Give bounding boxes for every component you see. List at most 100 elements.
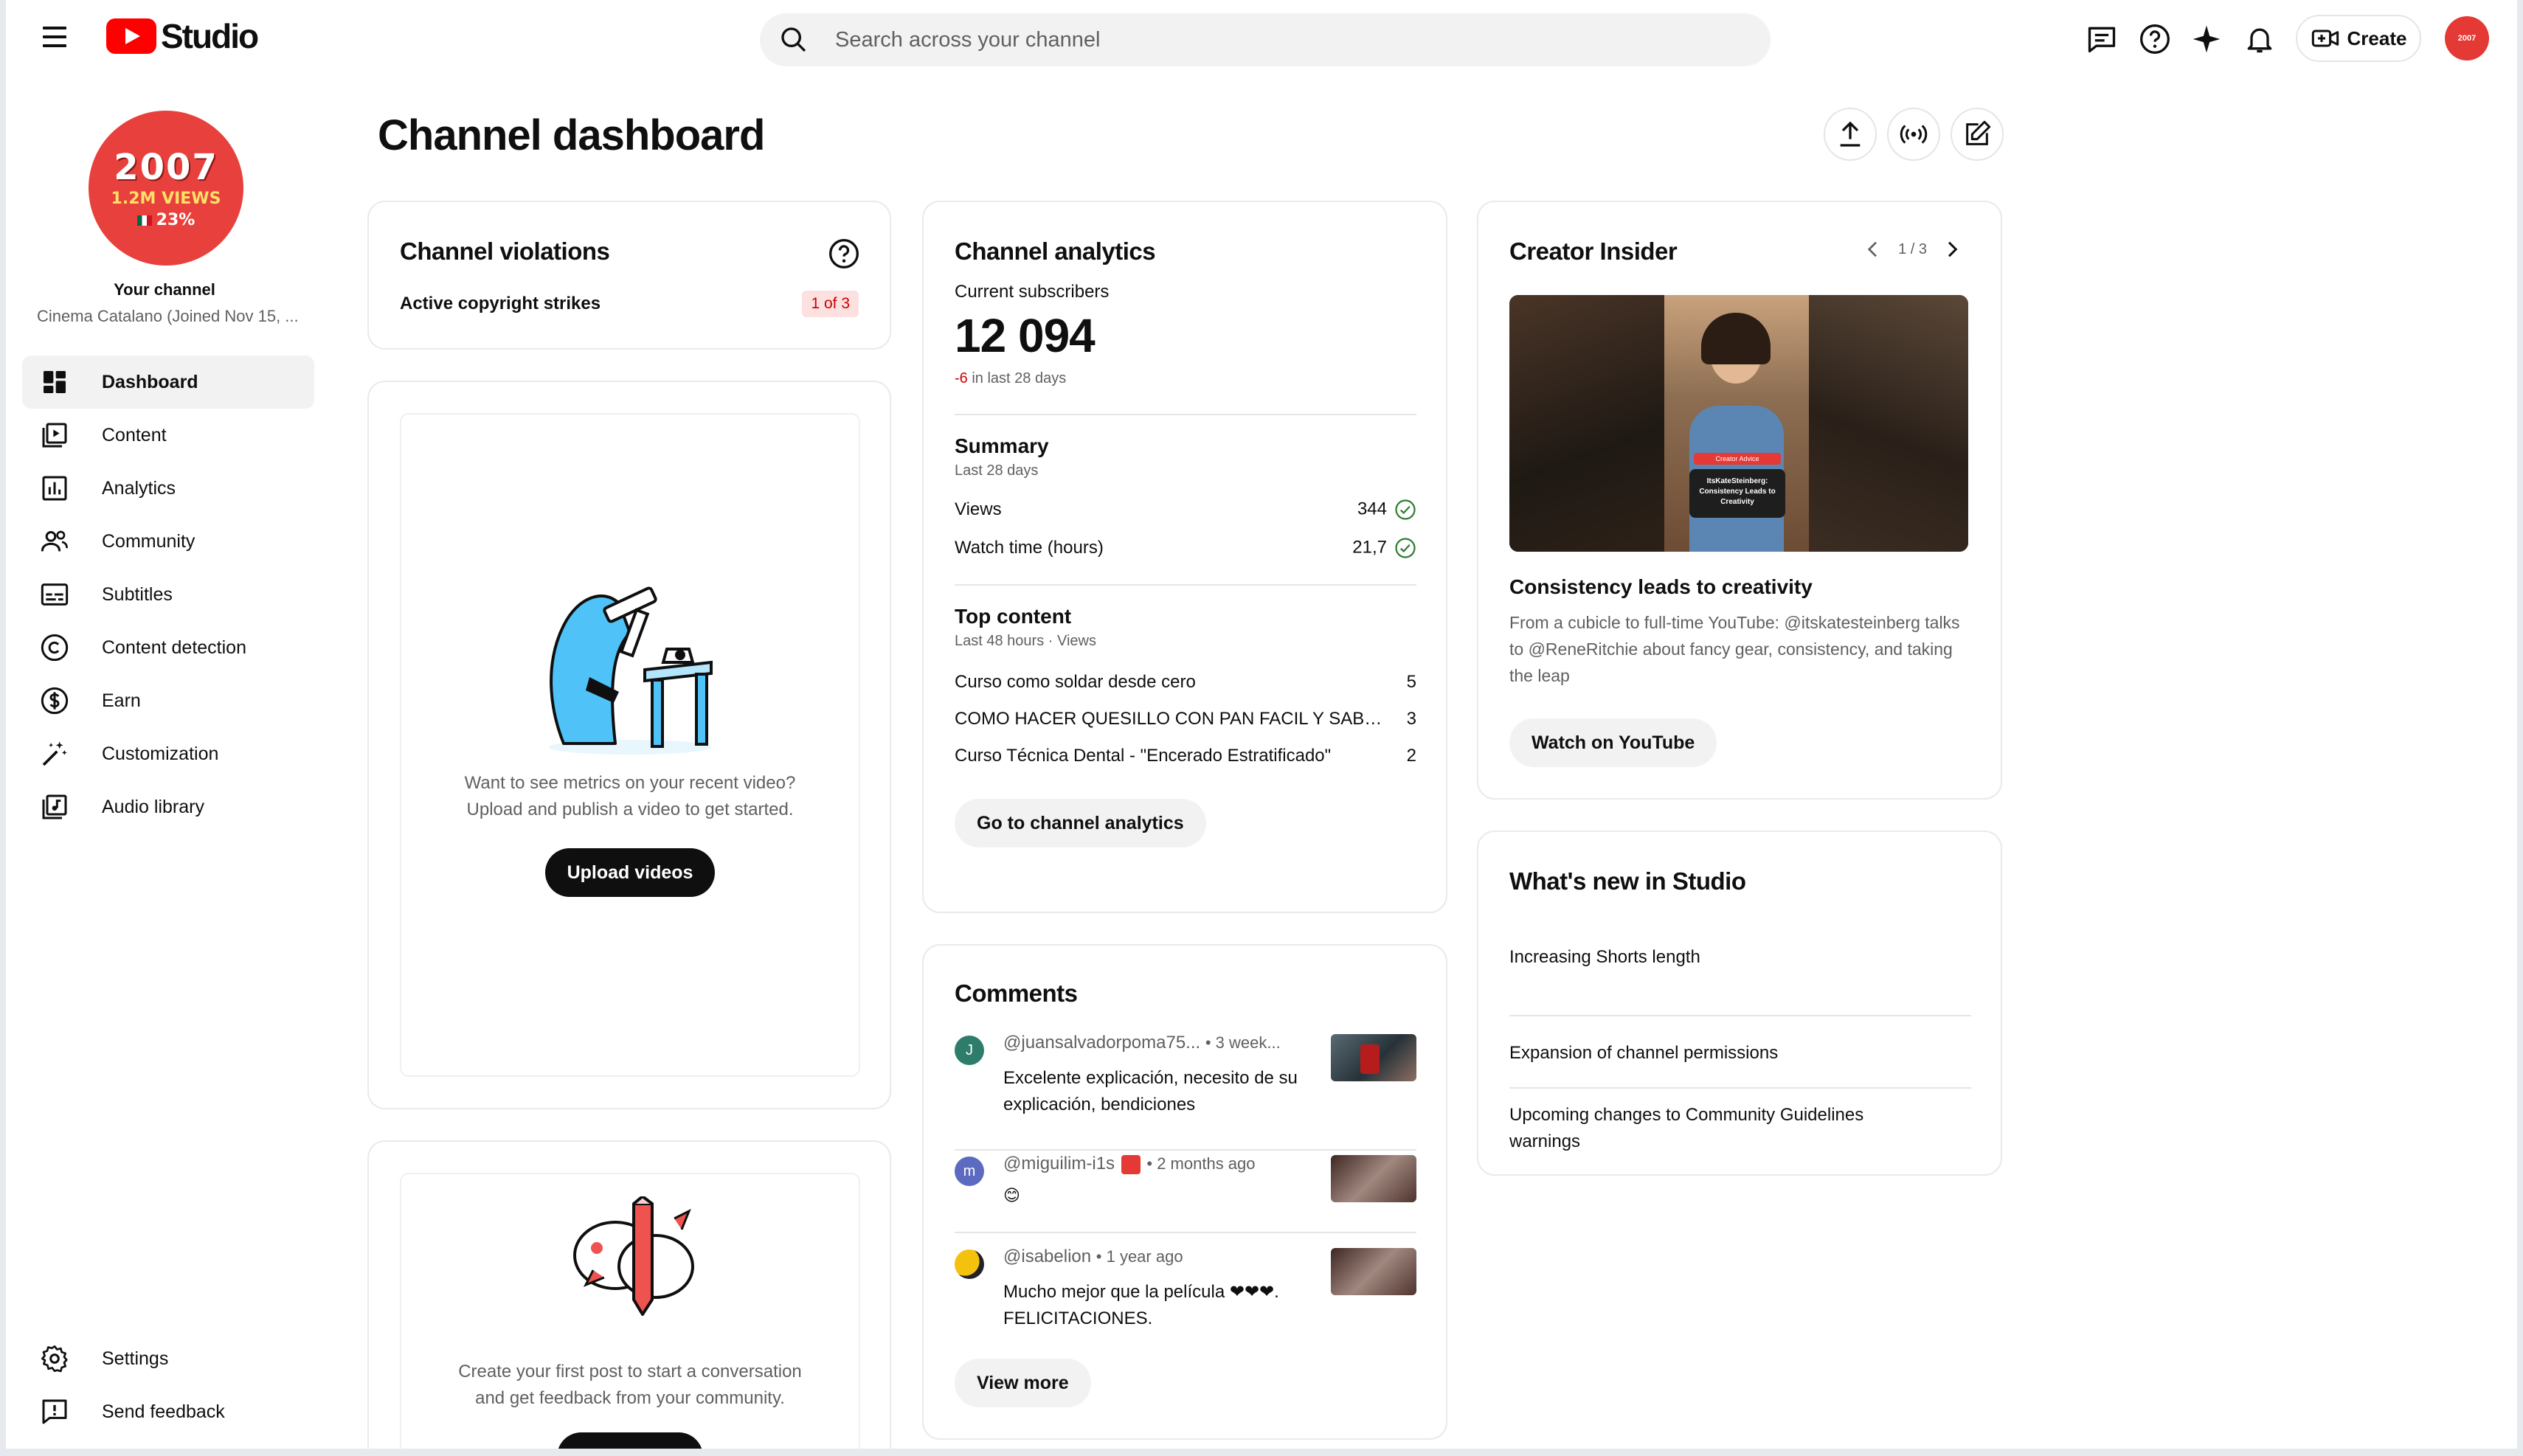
sidebar-item-subtitles[interactable]: Subtitles [22, 568, 314, 621]
top-content-views: 2 [1406, 746, 1416, 766]
comment-meta: @isabelion • 1 year ago [1003, 1247, 1183, 1267]
chevron-left-icon[interactable] [1861, 238, 1885, 261]
thumb-right-panel [1809, 295, 1968, 552]
thumb-center-panel: Creator Advice ItsKateSteinberg: Consist… [1664, 295, 1809, 552]
youtube-play-icon [106, 18, 156, 54]
sparkle-icon[interactable] [2190, 22, 2223, 56]
video-thumbnail[interactable] [1331, 1248, 1416, 1295]
analytics-icon [22, 474, 102, 503]
channel-avatar[interactable]: 2007 1.2M VIEWS 23% [89, 111, 243, 266]
upload-videos-button[interactable]: Upload videos [544, 848, 716, 897]
menu-icon[interactable] [43, 27, 68, 49]
strikes-badge: 1 of 3 [802, 291, 859, 317]
magic-wand-icon [22, 739, 102, 769]
insider-video-title[interactable]: Consistency leads to creativity [1509, 575, 1813, 599]
check-circle-icon [1395, 538, 1416, 558]
search-input[interactable] [835, 27, 1720, 52]
sidebar-item-earn[interactable]: Earn [22, 674, 314, 727]
sidebar-item-send-feedback[interactable]: Send feedback [22, 1385, 314, 1438]
post-illustration [564, 1194, 704, 1325]
divider [955, 1232, 1416, 1233]
search-bar[interactable] [760, 13, 1771, 66]
account-avatar[interactable]: 2007 [2445, 16, 2489, 60]
comment-item[interactable]: m @miguilim-i1s • 2 months ago 😊 [955, 1154, 1416, 1242]
your-channel-label: Your channel [114, 280, 215, 299]
sidebar-item-dashboard[interactable]: Dashboard [22, 356, 314, 409]
whats-new-item[interactable]: Upcoming changes to Community Guidelines… [1509, 1102, 1922, 1155]
commenter-avatar [955, 1249, 984, 1279]
upload-button[interactable] [1824, 108, 1877, 161]
summary-value-wrap: 21,7 [1352, 537, 1416, 559]
check-circle-icon [1395, 499, 1416, 520]
channel-avatar-percent: 23% [136, 211, 195, 229]
dollar-icon [22, 686, 102, 715]
dashboard-icon [22, 367, 102, 397]
subs-label: Current subscribers [955, 282, 1110, 302]
comment-text: Excelente explicación, necesito de su ex… [1003, 1068, 1298, 1114]
analytics-button-wrap: Go to channel analytics [955, 799, 1416, 847]
insider-pager: 1 / 3 [1861, 238, 1964, 261]
sidebar-item-community[interactable]: Community [22, 515, 314, 568]
top-content-views: 3 [1406, 709, 1416, 729]
top-content-row[interactable]: Curso Técnica Dental - "Encerado Estrati… [955, 746, 1416, 766]
create-post-button[interactable] [1951, 108, 2004, 161]
comment-user[interactable]: @miguilim-i1s [1003, 1154, 1115, 1174]
creator-insider-title: Creator Insider [1509, 238, 1678, 265]
thumb-hair [1701, 313, 1771, 364]
summary-row-views: Views 344 [955, 499, 1416, 521]
thumb-caption: ItsKateSteinberg: Consistency Leads to C… [1689, 469, 1785, 518]
whats-new-item[interactable]: Expansion of channel permissions [1509, 1015, 1971, 1089]
subs-change-value: -6 [955, 370, 968, 386]
studio-logo[interactable]: Studio [106, 17, 259, 55]
top-content-subtitle: Last 48 hours · Views [955, 633, 1096, 649]
summary-value: 21,7 [1352, 537, 1387, 558]
sidebar-item-content-detection[interactable]: Content detection [22, 621, 314, 674]
help-icon[interactable] [2138, 22, 2172, 56]
top-content-row[interactable]: Curso como soldar desde cero 5 [955, 672, 1416, 693]
logo-text: Studio [161, 17, 259, 55]
analytics-title: Channel analytics [955, 238, 1156, 265]
sidebar-item-label: Community [102, 530, 195, 552]
create-button[interactable]: Create [2296, 15, 2421, 62]
video-thumbnail[interactable] [1331, 1155, 1416, 1202]
go-live-button[interactable] [1887, 108, 1940, 161]
commenter-avatar: J [955, 1036, 984, 1065]
sidebar-item-customization[interactable]: Customization [22, 727, 314, 780]
view-more-button[interactable]: View more [955, 1359, 1091, 1407]
feedback-chat-icon[interactable] [2085, 22, 2119, 56]
create-label: Create [2347, 27, 2407, 49]
watch-on-youtube-button[interactable]: Watch on YouTube [1509, 718, 1717, 767]
help-icon[interactable] [828, 238, 860, 274]
summary-label: Views [955, 499, 1002, 519]
comment-user[interactable]: @juansalvadorpoma75... [1003, 1033, 1200, 1053]
whats-new-list: Increasing Shorts length Expansion of ch… [1509, 943, 1971, 1155]
comment-meta: @juansalvadorpoma75... • 3 week... [1003, 1033, 1313, 1053]
notifications-icon[interactable] [2243, 22, 2277, 56]
post-message: Create your first post to start a conver… [458, 1362, 802, 1408]
upload-illustration [534, 581, 726, 762]
sidebar-nav: Dashboard Content Analytics Community Su… [22, 356, 314, 833]
sidebar-item-analytics[interactable]: Analytics [22, 462, 314, 515]
studio-app: Studio Create 2007 2007 1.2M VIEW [6, 0, 2517, 1449]
sidebar-bottom-nav: Settings Send feedback [22, 1332, 314, 1438]
sidebar-item-audio-library[interactable]: Audio library [22, 780, 314, 833]
comment-item[interactable]: @isabelion • 1 year ago Mucho mejor que … [955, 1247, 1416, 1342]
go-to-analytics-button[interactable]: Go to channel analytics [955, 799, 1206, 847]
comment-user[interactable]: @isabelion [1003, 1247, 1091, 1266]
edit-icon [1966, 120, 1991, 145]
upload-icon [1840, 121, 1861, 147]
comment-item[interactable]: J @juansalvadorpoma75... • 3 week... Exc… [955, 1033, 1416, 1145]
chevron-right-icon[interactable] [1940, 238, 1964, 261]
create-post-cta[interactable]: Create post [557, 1432, 703, 1449]
top-content-video-title: Curso como soldar desde cero [955, 672, 1196, 692]
insider-video-thumbnail[interactable]: Creator Advice ItsKateSteinberg: Consist… [1509, 295, 1968, 552]
search-icon[interactable] [760, 25, 828, 55]
top-content-row[interactable]: COMO HACER QUESILLO CON PAN FACIL Y SABR… [955, 709, 1416, 729]
summary-title: Summary [955, 434, 1049, 457]
violations-title: Channel violations [400, 238, 610, 265]
sidebar-item-label: Earn [102, 690, 141, 711]
video-thumbnail[interactable] [1331, 1034, 1416, 1081]
sidebar-item-settings[interactable]: Settings [22, 1332, 314, 1385]
whats-new-item[interactable]: Increasing Shorts length [1509, 943, 1971, 1016]
sidebar-item-content[interactable]: Content [22, 409, 314, 462]
